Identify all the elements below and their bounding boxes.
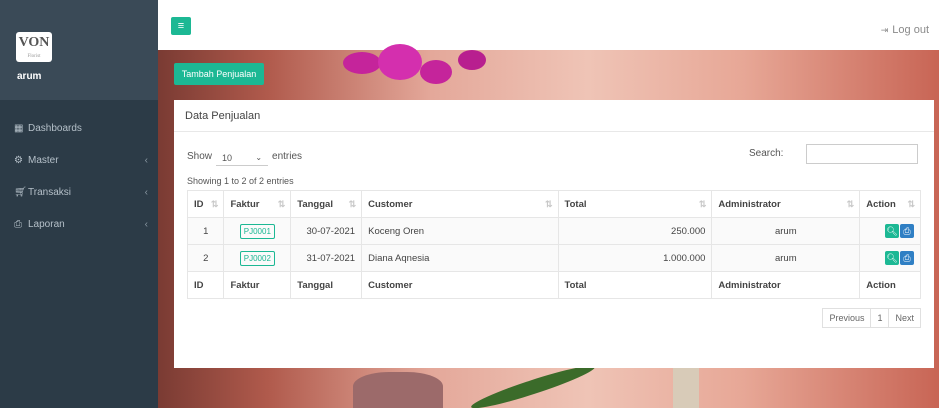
sort-icon: ⇅ (277, 199, 286, 209)
entries-select[interactable]: 10 ⌄ (216, 150, 269, 166)
chevron-left-icon: ‹ (144, 218, 148, 230)
cell-customer: Diana Aqnesia (361, 244, 559, 272)
sort-icon: ⇅ (846, 199, 855, 209)
table-info: Showing 1 to 2 of 2 entries (187, 176, 294, 186)
next-button[interactable]: Next (889, 309, 920, 327)
chevron-left-icon: ‹ (144, 154, 148, 166)
footer-customer: Customer (361, 271, 559, 299)
cell-action: 🔍︎ ⎙ (859, 244, 921, 272)
entries-value: 10 (222, 153, 233, 163)
table-row: 2 PJ0002 31-07-2021 Diana Aqnesia 1.000.… (186, 244, 921, 272)
column-header-customer[interactable]: Customer ⇅ (361, 190, 559, 218)
sidebar-item-label: Master (28, 154, 59, 166)
logout-link[interactable]: ⇥ Log out (881, 24, 929, 36)
user-name: arum (17, 71, 42, 82)
cell-id: 2 (186, 244, 225, 272)
column-header-action[interactable]: Action ⇅ (859, 190, 921, 218)
cell-faktur: PJ0002 (223, 244, 292, 272)
column-header-faktur[interactable]: Faktur ⇅ (223, 190, 292, 218)
cell-administrator: arum (711, 244, 861, 272)
footer-administrator: Administrator (711, 271, 861, 299)
cell-total: 1.000.000 (557, 244, 713, 272)
sort-icon: ⇅ (210, 199, 219, 209)
entries-label: entries (272, 150, 303, 162)
cell-customer: Koceng Oren (361, 217, 559, 245)
search-icon[interactable]: 🔍︎ (885, 251, 899, 265)
brand-logo: VON Florist (16, 32, 52, 62)
footer-total: Total (557, 271, 713, 299)
footer-faktur: Faktur (223, 271, 292, 299)
table-footer-row: ID Faktur Tanggal Customer Total Adminis… (186, 271, 921, 299)
footer-id: ID (186, 271, 225, 299)
sidebar-item-label: Dashboards (28, 122, 82, 134)
footer-tanggal: Tanggal (290, 271, 363, 299)
search-label: Search: (749, 148, 784, 159)
cell-action: 🔍︎ ⎙ (859, 217, 921, 245)
sidebar-toggle-button[interactable]: ≡ (171, 17, 191, 35)
master-icon: ⚙ (14, 154, 23, 166)
table-header-row: ID ⇅ Faktur ⇅ Tanggal ⇅ Customer ⇅ Total ⇅ Ad… (186, 190, 921, 218)
cell-administrator: arum (711, 217, 861, 245)
orchid-decoration (378, 44, 422, 80)
orchid-decoration (420, 60, 452, 84)
printer-icon[interactable]: ⎙ (900, 251, 914, 265)
search-input[interactable] (806, 144, 918, 164)
chevron-left-icon: ‹ (144, 186, 148, 198)
sidebar-header: VON Florist arum (0, 0, 158, 100)
chevron-down-icon: ⌄ (255, 153, 263, 162)
column-header-administrator[interactable]: Administrator ⇅ (711, 190, 861, 218)
sort-icon: ⇅ (698, 199, 707, 209)
search-icon[interactable]: 🔍︎ (885, 224, 899, 238)
show-label: Show (187, 150, 213, 162)
invoice-badge[interactable]: PJ0002 (239, 250, 275, 266)
logout-icon: ⇥ (880, 25, 889, 35)
invoice-badge[interactable]: PJ0001 (239, 223, 275, 239)
table-row: 1 PJ0001 30-07-2021 Koceng Oren 250.000 … (186, 217, 921, 245)
printer-icon: ⎙ (14, 218, 22, 230)
dashboard-icon: ▦ (14, 122, 24, 134)
sidebar-item-laporan[interactable]: ⎙ Laporan ‹ (0, 208, 158, 240)
page-1-button[interactable]: 1 (870, 309, 890, 327)
sidebar-item-master[interactable]: ⚙ Master ‹ (0, 144, 158, 176)
printer-icon[interactable]: ⎙ (900, 224, 914, 238)
sort-icon: ⇅ (544, 199, 553, 209)
sidebar: VON Florist arum ▦ Dashboards ⚙ Master ‹… (0, 0, 158, 408)
entries-length-control: Show 10 ⌄ entries (187, 148, 303, 166)
panel-title: Data Penjualan (185, 110, 261, 122)
add-sale-button[interactable]: Tambah Penjualan (174, 63, 264, 85)
footer-action: Action (859, 271, 921, 299)
vase-decoration (673, 368, 699, 408)
sort-icon: ⇅ (907, 199, 915, 209)
cart-icon: 🛒︎ (14, 186, 27, 198)
sales-table: ID ⇅ Faktur ⇅ Tanggal ⇅ Customer ⇅ Total ⇅ Ad… (186, 190, 921, 299)
cell-total: 250.000 (557, 217, 713, 245)
cell-tanggal: 30-07-2021 (290, 217, 363, 245)
divider (174, 131, 934, 132)
bouquet-decoration (353, 372, 443, 408)
column-header-tanggal[interactable]: Tanggal ⇅ (290, 190, 363, 218)
logout-label: Log out (892, 24, 929, 36)
sidebar-item-label: Transaksi (28, 186, 71, 198)
column-header-id[interactable]: ID ⇅ (186, 190, 225, 218)
sidebar-menu: ▦ Dashboards ⚙ Master ‹ 🛒︎ Transaksi ‹ ⎙… (0, 112, 158, 240)
column-header-total[interactable]: Total ⇅ (557, 190, 713, 218)
sales-panel: Data Penjualan Show 10 ⌄ entries Search:… (174, 100, 934, 368)
sidebar-item-transaksi[interactable]: 🛒︎ Transaksi ‹ (0, 176, 158, 208)
cell-tanggal: 31-07-2021 (290, 244, 363, 272)
pagination: Previous 1 Next (822, 308, 921, 328)
sidebar-item-dashboards[interactable]: ▦ Dashboards (0, 112, 158, 144)
previous-button[interactable]: Previous (823, 309, 870, 327)
cell-id: 1 (186, 217, 225, 245)
cell-faktur: PJ0001 (223, 217, 292, 245)
sidebar-item-label: Laporan (28, 218, 65, 230)
orchid-decoration (343, 52, 381, 74)
top-bar: ≡ ⇥ Log out (158, 0, 939, 50)
sort-icon: ⇅ (348, 199, 357, 209)
orchid-decoration (458, 50, 486, 70)
